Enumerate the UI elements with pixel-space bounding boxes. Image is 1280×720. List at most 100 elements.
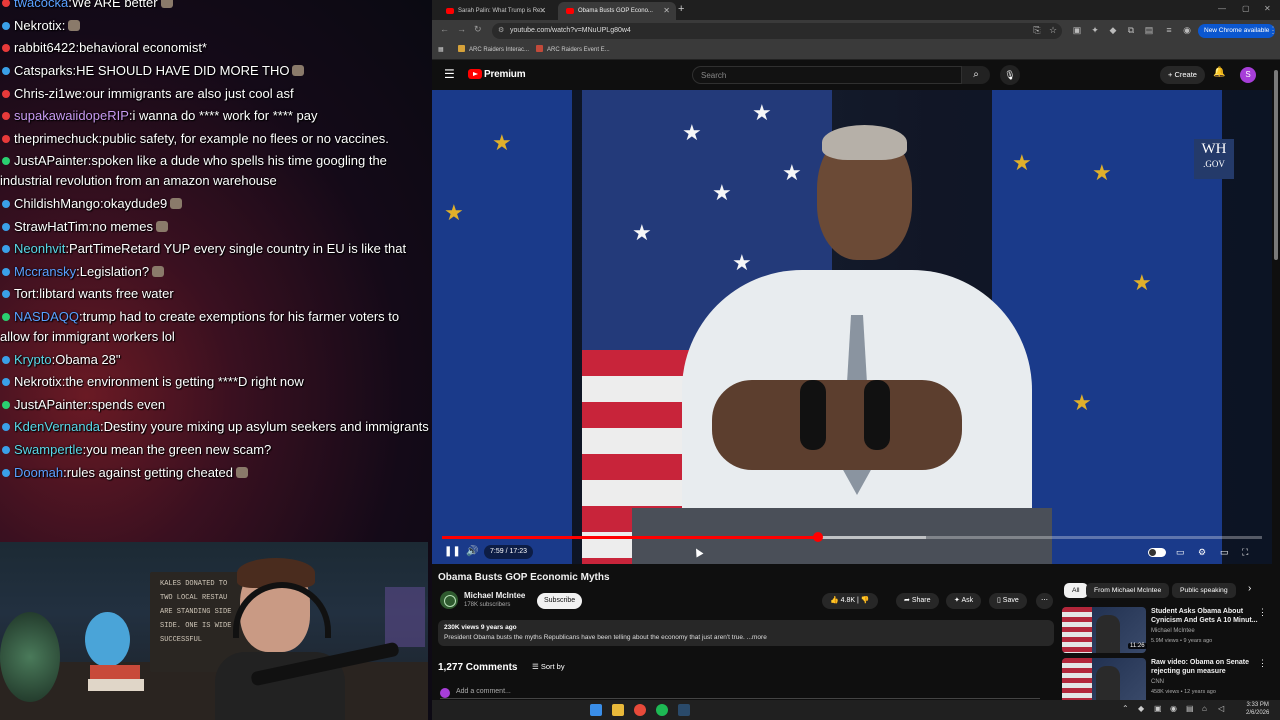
avatar[interactable]: S bbox=[1240, 67, 1256, 83]
more-vert-icon[interactable]: ⋮ bbox=[1258, 607, 1267, 618]
chat-username[interactable]: JustAPainter bbox=[14, 153, 88, 168]
related-channel[interactable]: CNN bbox=[1151, 679, 1164, 685]
tray-chevron-icon[interactable]: ⌃ bbox=[1122, 704, 1129, 713]
description-box[interactable]: 230K views 9 years ago President Obama b… bbox=[438, 620, 1054, 646]
chat-username[interactable]: JustAPainter bbox=[14, 397, 88, 412]
youtube-brand[interactable]: Premium bbox=[484, 69, 526, 80]
pause-icon[interactable]: ❚❚ bbox=[444, 546, 461, 557]
extension-icon[interactable]: ▣ bbox=[1072, 25, 1082, 35]
chat-username[interactable]: Chris-zi1we bbox=[14, 86, 82, 101]
related-title[interactable]: Student Asks Obama About Cynicism And Ge… bbox=[1151, 607, 1261, 625]
share-button[interactable]: ➦ Share bbox=[896, 593, 939, 609]
bookmark-item[interactable]: ARC Raiders Event E... bbox=[536, 45, 610, 55]
save-button[interactable]: ▯ Save bbox=[989, 593, 1027, 609]
volume-icon[interactable]: 🔊 bbox=[466, 546, 478, 557]
channel-name[interactable]: Michael McIntee bbox=[464, 591, 525, 600]
chat-username[interactable]: supakawaiidopeRIP bbox=[14, 108, 129, 123]
tray-app-icon[interactable]: ◆ bbox=[1138, 704, 1144, 713]
forward-icon[interactable]: → bbox=[457, 24, 466, 34]
chat-username[interactable]: Doomah bbox=[14, 465, 63, 480]
chat-username[interactable]: Nekrotix bbox=[14, 18, 62, 33]
chat-username[interactable]: Mccransky bbox=[14, 264, 76, 279]
subscribe-button[interactable]: Subscribe bbox=[537, 593, 583, 609]
chat-username[interactable]: Nekrotix bbox=[14, 374, 62, 389]
bookmark-star-icon[interactable]: ☆ bbox=[1048, 25, 1058, 35]
chat-username[interactable]: theprimechuck bbox=[14, 131, 99, 146]
extension-icon[interactable]: ◆ bbox=[1108, 25, 1118, 35]
youtube-logo-icon[interactable] bbox=[468, 69, 482, 79]
like-button[interactable]: 👍 4.8K | 👎 bbox=[822, 593, 878, 609]
voice-search-icon[interactable]: 🎙 bbox=[1000, 65, 1020, 85]
thumbs-down-icon[interactable]: | 👎 bbox=[857, 597, 869, 604]
tab-obama[interactable]: Obama Busts GOP Econo... ✕ bbox=[558, 2, 676, 20]
chip-from-channel[interactable]: From Michael McIntee bbox=[1086, 583, 1170, 598]
site-info-icon[interactable]: ⚙ bbox=[498, 23, 504, 39]
sidebar-icon[interactable]: ▤ bbox=[1144, 25, 1154, 35]
video-player[interactable]: ★ ★ ★ ★ ★ ★ ★ ★ ★ ★ ★ ★ WH .GOV ❚❚ 🔊 7:5… bbox=[432, 90, 1272, 564]
chevron-right-icon[interactable]: › bbox=[1248, 583, 1251, 594]
ask-button[interactable]: ✦ Ask bbox=[946, 593, 982, 609]
chip-public-speaking[interactable]: Public speaking bbox=[1172, 583, 1236, 598]
chat-username[interactable]: Neonhvit bbox=[14, 241, 65, 256]
address-bar[interactable]: ⚙ youtube.com/watch?v=MNuUPLg80w4 bbox=[492, 23, 1062, 39]
related-video[interactable]: 11:26 Student Asks Obama About Cynicism … bbox=[1062, 607, 1272, 655]
tray-app-icon[interactable]: ▤ bbox=[1186, 704, 1194, 713]
related-channel[interactable]: Michael McIntee bbox=[1151, 628, 1195, 634]
hamburger-menu-icon[interactable]: ☰ bbox=[444, 67, 455, 81]
chat-username[interactable]: StrawHatTim bbox=[14, 219, 89, 234]
windows-start-icon[interactable] bbox=[590, 704, 602, 716]
settings-gear-icon[interactable]: ⚙ bbox=[1198, 547, 1206, 558]
close-icon[interactable]: ✕ bbox=[663, 2, 670, 20]
new-chrome-button[interactable]: New Chrome available bbox=[1198, 24, 1276, 38]
more-vert-icon[interactable]: ⋮ bbox=[1258, 658, 1267, 669]
steam-icon[interactable] bbox=[678, 704, 690, 716]
minimize-icon[interactable]: — bbox=[1218, 4, 1226, 13]
chat-username[interactable]: Tort bbox=[14, 286, 36, 301]
media-icon[interactable]: ≡ bbox=[1164, 25, 1174, 35]
add-comment-input[interactable]: Add a comment... bbox=[440, 688, 1040, 699]
chat-username[interactable]: KdenVernanda bbox=[14, 419, 100, 434]
related-video[interactable]: Raw video: Obama on Senate rejecting gun… bbox=[1062, 658, 1272, 700]
bell-icon[interactable]: 🔔 bbox=[1213, 67, 1225, 78]
chrome-icon[interactable] bbox=[634, 704, 646, 716]
sort-comments-button[interactable]: ☰ Sort by bbox=[532, 662, 565, 671]
page-scrollbar[interactable] bbox=[1272, 60, 1280, 700]
progress-bar[interactable] bbox=[442, 532, 1262, 542]
video-thumbnail[interactable] bbox=[1062, 658, 1146, 700]
new-tab-icon[interactable]: + bbox=[678, 3, 684, 15]
related-title[interactable]: Raw video: Obama on Senate rejecting gun… bbox=[1151, 658, 1261, 676]
file-explorer-icon[interactable] bbox=[612, 704, 624, 716]
captions-icon[interactable]: ▭ bbox=[1176, 547, 1185, 558]
close-icon[interactable]: ✕ bbox=[539, 2, 546, 20]
more-actions-icon[interactable]: ⋯ bbox=[1036, 593, 1053, 609]
maximize-icon[interactable]: ▢ bbox=[1242, 4, 1250, 13]
tray-app-icon[interactable]: ▣ bbox=[1154, 704, 1162, 713]
spotify-icon[interactable] bbox=[656, 704, 668, 716]
bookmark-item[interactable]: ARC Raiders Interac... bbox=[458, 45, 529, 55]
chip-all[interactable]: All bbox=[1064, 583, 1088, 598]
profile-icon[interactable]: ◉ bbox=[1182, 25, 1192, 35]
menu-kebab-icon[interactable]: ⋮ bbox=[1268, 25, 1278, 35]
search-icon[interactable]: ⌕ bbox=[962, 66, 990, 84]
chat-username[interactable]: twacocka bbox=[14, 0, 68, 10]
extension-icon[interactable]: ✦ bbox=[1090, 25, 1100, 35]
chat-username[interactable]: ChildishMango bbox=[14, 196, 100, 211]
clock[interactable]: 3:33 PM 2/6/2026 bbox=[1246, 701, 1269, 717]
chat-username[interactable]: Catsparks bbox=[14, 63, 73, 78]
scrollbar-thumb[interactable] bbox=[1274, 70, 1278, 260]
fullscreen-icon[interactable]: ⛶ bbox=[1242, 547, 1248, 558]
chat-username[interactable]: Swampertle bbox=[14, 442, 83, 457]
chat-username[interactable]: rabbit6422 bbox=[14, 40, 75, 55]
create-button[interactable]: + Create bbox=[1160, 66, 1205, 84]
reload-icon[interactable]: ↻ bbox=[474, 24, 482, 35]
channel-avatar[interactable] bbox=[440, 591, 458, 609]
volume-tray-icon[interactable]: ◁ bbox=[1218, 704, 1224, 713]
theater-mode-icon[interactable]: ▭ bbox=[1220, 547, 1229, 558]
back-icon[interactable]: ← bbox=[440, 24, 449, 34]
tab-sarah-palin[interactable]: Sarah Palin: What Trump is Re... ✕ bbox=[438, 2, 552, 20]
apps-icon[interactable]: ▦ bbox=[438, 45, 444, 55]
search-input[interactable]: Search bbox=[692, 66, 962, 84]
extensions-puzzle-icon[interactable]: ⧉ bbox=[1126, 25, 1136, 35]
chat-username[interactable]: NASDAQQ bbox=[14, 309, 79, 324]
autoplay-toggle[interactable] bbox=[1148, 548, 1166, 557]
